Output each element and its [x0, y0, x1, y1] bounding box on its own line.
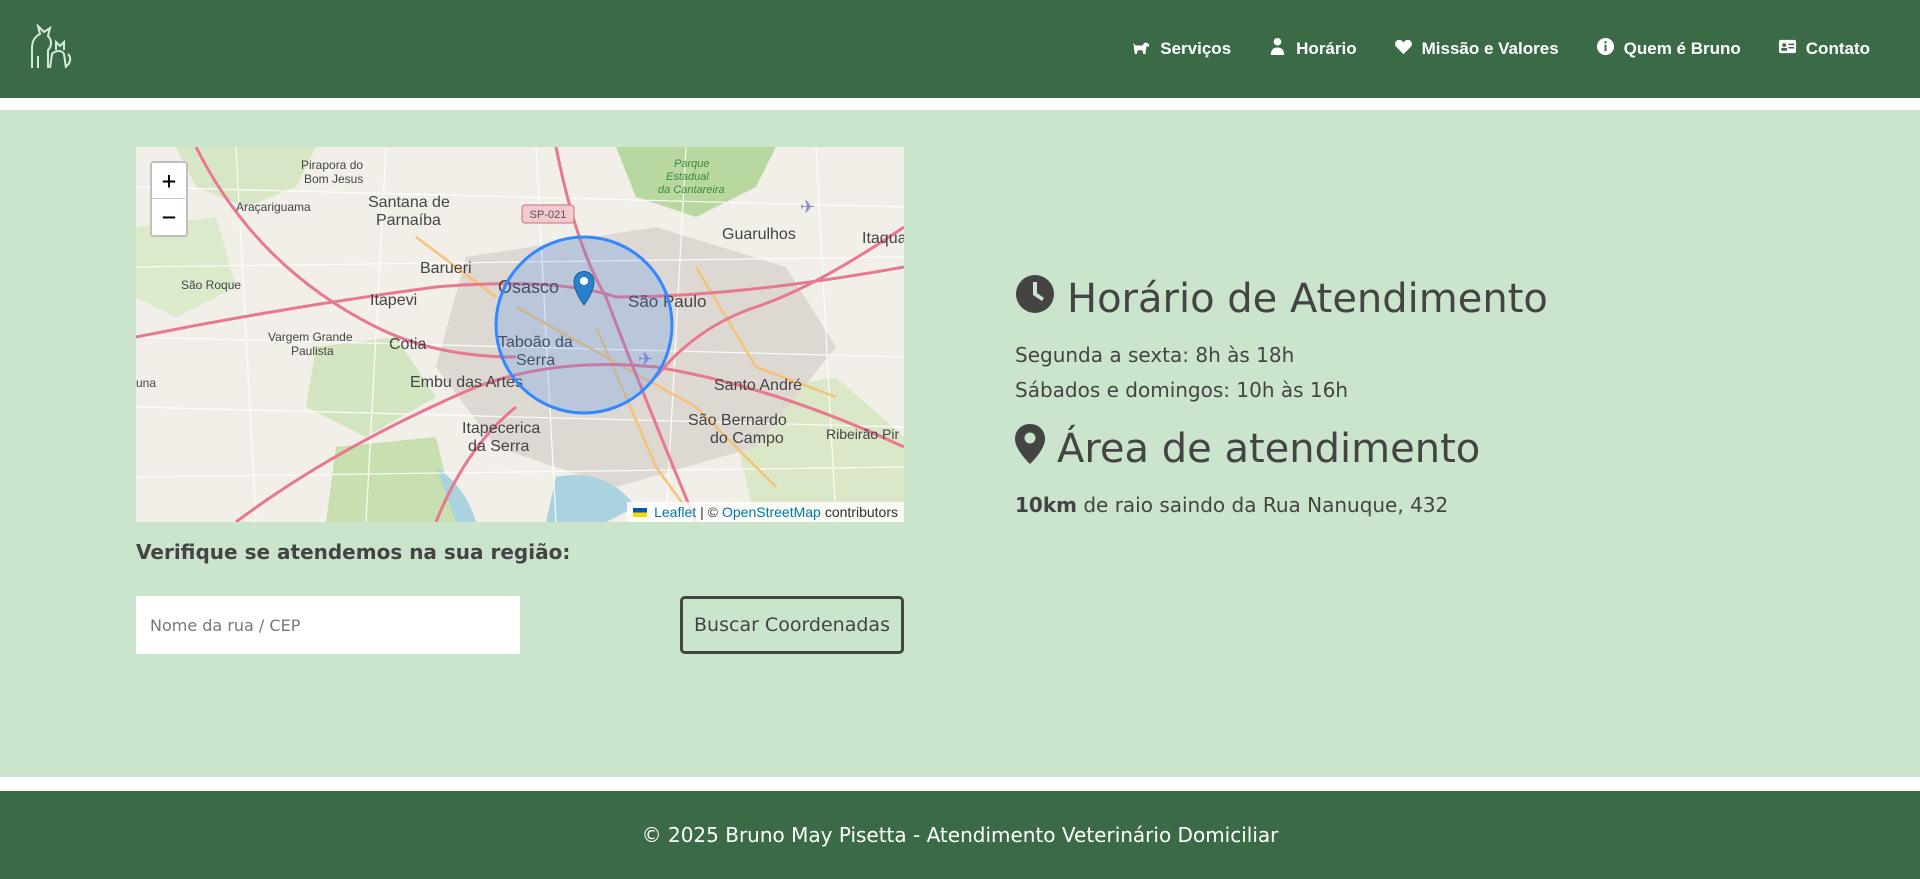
map-label: Estadual: [666, 171, 709, 183]
map-label: Embu das Artes: [410, 374, 523, 391]
map-label: do Campo: [710, 430, 784, 447]
attribution-contributors: contributors: [824, 504, 898, 520]
map-zoom-control: + −: [150, 161, 188, 237]
radius-description: de raio saindo da Rua Nanuque, 432: [1076, 493, 1449, 517]
service-info: Horário de Atendimento Segunda a sexta: …: [1015, 272, 1815, 523]
nav-item-quem-e-bruno[interactable]: Quem é Bruno: [1596, 37, 1741, 61]
map-label: Parque: [674, 158, 709, 170]
id-card-icon: [1778, 37, 1797, 61]
search-coordinates-button[interactable]: Buscar Coordenadas: [680, 596, 904, 654]
area-title: Área de atendimento: [1057, 426, 1481, 472]
nav-item-label: Contato: [1805, 39, 1870, 58]
map-attribution: Leaflet | © OpenStreetMap contributors: [627, 502, 904, 522]
nav-item-label: Missão e Valores: [1421, 39, 1559, 58]
map-label: Barueri: [420, 260, 472, 277]
openstreetmap-link[interactable]: OpenStreetMap: [722, 504, 821, 520]
map-label: Santo André: [714, 377, 802, 394]
map-label: Cotia: [389, 336, 426, 353]
radius-value: 10km: [1015, 493, 1077, 517]
map-tiles[interactable]: SP-021 ✈ ✈ Pirapora do Bom Jesus Araçari…: [136, 147, 904, 522]
airport-icon: ✈: [800, 197, 815, 218]
map-label: Itapecerica: [462, 420, 540, 437]
area-heading: Área de atendimento: [1015, 422, 1815, 476]
map-label: Pirapora do: [301, 158, 363, 172]
map-label: São Bernardo: [688, 412, 787, 429]
weekday-hours: Segunda a sexta: 8h às 18h: [1015, 343, 1295, 367]
footer-copyright: © 2025 Bruno May Pisetta - Atendimento V…: [641, 823, 1279, 847]
nav-item-label: Serviços: [1160, 39, 1232, 58]
map-pin-icon: [1015, 424, 1045, 474]
service-radius-circle[interactable]: [494, 235, 674, 415]
service-radius-text: 10km de raio saindo da Rua Nanuque, 432: [1015, 488, 1815, 523]
nav-item-missao-valores[interactable]: Missão e Valores: [1394, 37, 1559, 61]
zoom-out-button[interactable]: −: [152, 199, 186, 235]
nav-item-label: Horário: [1296, 39, 1357, 58]
map-label: Santana de: [368, 194, 450, 211]
heart-icon: [1394, 37, 1413, 61]
service-area-map[interactable]: SP-021 ✈ ✈ Pirapora do Bom Jesus Araçari…: [136, 147, 904, 522]
nav-item-label: Quem é Bruno: [1623, 39, 1741, 58]
map-label: Vargem Grande: [268, 330, 353, 344]
attribution-separator: | ©: [700, 504, 718, 520]
map-label: da Cantareira: [658, 184, 725, 196]
map-label: Paulista: [291, 344, 334, 358]
map-label: São Roque: [181, 278, 241, 292]
map-label: Guarulhos: [722, 226, 796, 243]
map-label: Itapevi: [370, 292, 417, 309]
map-label: Bom Jesus: [304, 172, 363, 186]
verify-region-label: Verifique se atendemos na sua região:: [136, 540, 571, 564]
clock-icon: [1015, 274, 1055, 324]
address-search-input[interactable]: [136, 596, 520, 654]
map-label: Ribeirão Pir: [826, 426, 899, 442]
map-label-sp021: SP-021: [530, 209, 567, 221]
zoom-in-button[interactable]: +: [152, 163, 186, 199]
hours-title: Horário de Atendimento: [1067, 276, 1548, 322]
weekend-hours: Sábados e domingos: 10h às 16h: [1015, 378, 1349, 402]
user-doctor-icon: [1268, 37, 1287, 61]
nav-item-servicos[interactable]: Serviços: [1132, 37, 1231, 61]
map-label: Itaqua: [862, 230, 904, 247]
leaflet-link[interactable]: Leaflet: [654, 504, 696, 520]
hours-heading: Horário de Atendimento: [1015, 272, 1815, 326]
dog-cat-logo-icon[interactable]: [26, 22, 72, 72]
dog-walking-icon: [1132, 37, 1151, 61]
map-label: una: [136, 376, 156, 390]
map-label: Parnaíba: [376, 212, 441, 229]
schedule-section: SP-021 ✈ ✈ Pirapora do Bom Jesus Araçari…: [0, 110, 1920, 777]
nav-item-horario[interactable]: Horário: [1268, 37, 1357, 61]
top-navbar: Serviços Horário Missão e Valores Quem é…: [0, 0, 1920, 98]
footer: © 2025 Bruno May Pisetta - Atendimento V…: [0, 791, 1920, 879]
main-nav: Serviços Horário Missão e Valores Quem é…: [1132, 0, 1870, 98]
info-circle-icon: [1596, 37, 1615, 61]
map-label: Araçariguama: [236, 200, 311, 214]
map-label: da Serra: [468, 438, 529, 455]
ukraine-flag-icon: [633, 507, 648, 517]
nav-item-contato[interactable]: Contato: [1778, 37, 1870, 61]
